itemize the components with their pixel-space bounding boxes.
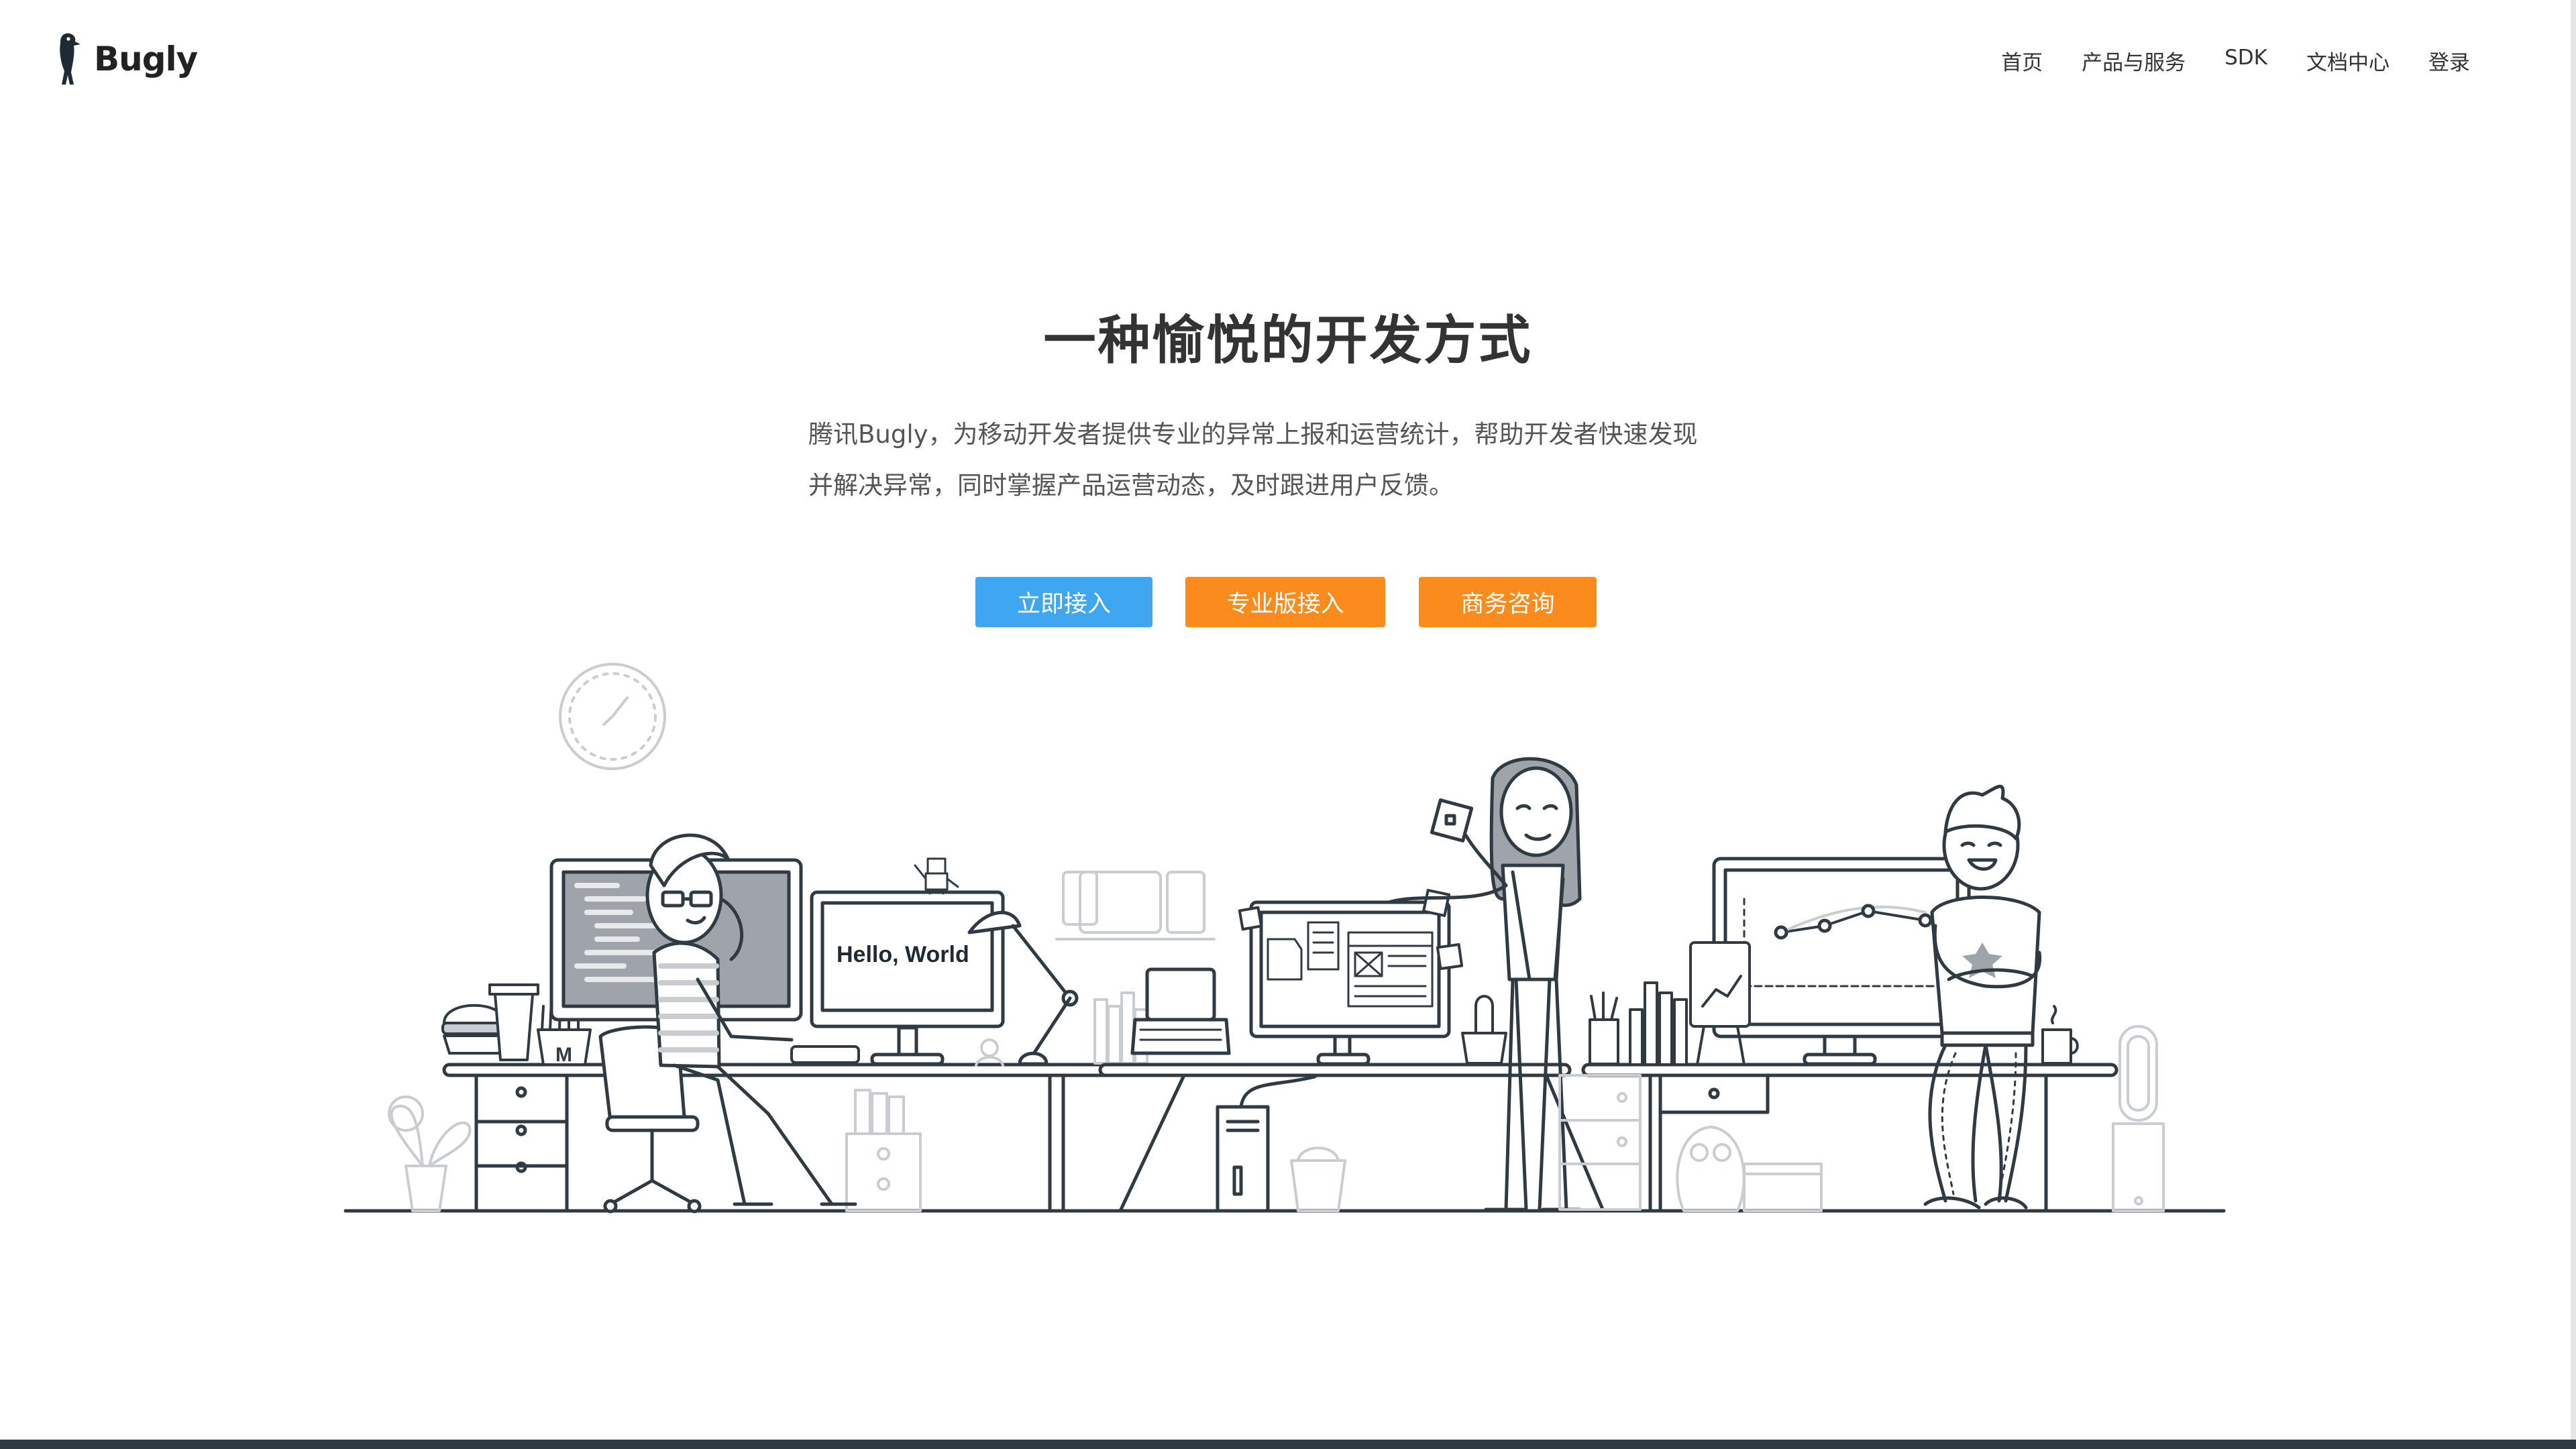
nav-item-products[interactable]: 产品与服务 [2082,46,2186,76]
middle-desk [1098,1063,1605,1213]
hero-desc-line-2: 并解决异常，同时掌握产品运营动态，及时跟进用户反馈。 [808,471,1454,500]
plant-icon [388,1095,472,1212]
laptop-icon [1130,967,1231,1055]
background-cabinet [845,1089,922,1212]
person-badge-icon [975,1038,1004,1067]
pencil-cup-icon [1589,991,1619,1065]
coffee-mug-icon [2041,1005,2079,1065]
top-header: Bugly 首页 产品与服务 SDK 文档中心 登录 [0,0,2576,121]
bottom-bar [0,1440,2576,1449]
wall-clock-icon [559,663,666,770]
cactus-icon [1461,995,1507,1065]
chart-board-icon [1689,941,1751,1066]
scrollbar-track[interactable] [2571,0,2576,1440]
analyst-man-figure [1923,784,2042,1210]
binders-icon [1629,981,1688,1066]
office-illustration: M Hello, World [0,644,2576,1234]
nav-item-login[interactable]: 登录 [2428,46,2470,76]
brand-logo[interactable]: Bugly [54,31,198,87]
nav-item-sdk[interactable]: SDK [2224,46,2267,76]
robot-toy-icon [914,857,959,895]
analytics-monitor [1712,857,1971,1066]
hello-world-monitor: Hello, World [810,890,1005,1066]
right-desk [1581,1063,2118,1213]
pro-integration-button[interactable]: 专业版接入 [1185,577,1385,627]
hero-title: 一种愉悦的开发方式 [1043,311,1533,371]
main-nav: 首页 产品与服务 SDK 文档中心 登录 [2001,46,2470,76]
left-desk [442,1063,1117,1213]
bag-letter: M [555,1044,572,1066]
woodpecker-icon [60,33,80,85]
hero-description: 腾讯Bugly，为移动开发者提供专业的异常上报和运营统计，帮助开发者快速发现 并… [808,409,1774,511]
background-devices [1055,871,1216,941]
fan-icon [2112,1025,2165,1212]
trash-bin-icon [1290,1146,1346,1212]
nav-item-docs[interactable]: 文档中心 [2306,46,2390,76]
background-file-cabinet [1558,1074,1642,1211]
owl-mascot-icon [1676,1126,1823,1212]
start-integration-button[interactable]: 立即接入 [975,577,1152,627]
page: Bugly 首页 产品与服务 SDK 文档中心 登录 一种愉悦的开发方式 腾讯B… [0,0,2576,1449]
brand-name: Bugly [94,40,198,78]
business-consult-button[interactable]: 商务咨询 [1419,577,1597,627]
design-monitor [1249,900,1451,1066]
monitor-text: Hello, World [837,942,969,967]
hero-desc-line-1: 腾讯Bugly，为移动开发者提供专业的异常上报和运营统计，帮助开发者快速发现 [808,420,1698,449]
nav-item-home[interactable]: 首页 [2001,46,2043,76]
keyboard-icon [790,1045,860,1064]
office-scene: M Hello, World [343,663,2226,1214]
